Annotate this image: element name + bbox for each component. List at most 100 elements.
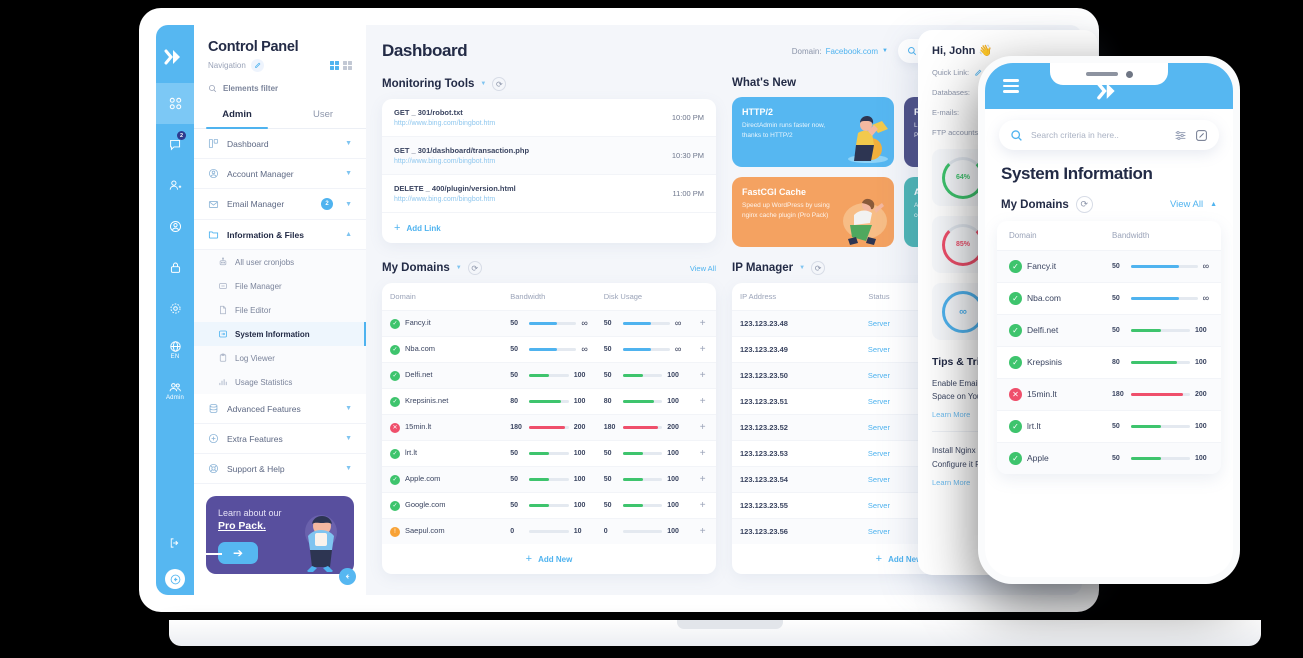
meter-track xyxy=(529,530,569,533)
rail-item-security[interactable] xyxy=(156,247,194,288)
ip-address-cell: 123.123.23.53 xyxy=(732,440,846,467)
add-new-domain-button[interactable]: + Add New xyxy=(382,544,716,574)
monitoring-url[interactable]: http://www.bing.com/bingbot.htm xyxy=(394,196,672,203)
user-circle-icon xyxy=(208,168,219,179)
rail-collapse-button[interactable] xyxy=(165,569,185,589)
meter-track xyxy=(622,374,663,377)
rail-item-user-add[interactable] xyxy=(156,165,194,206)
promo-arrow-button[interactable]: ➔ xyxy=(206,542,258,564)
nav-group-information-files[interactable]: Information & Files ▲ xyxy=(194,220,366,250)
chevron-down-icon: ▼ xyxy=(882,48,888,54)
add-link-button[interactable]: + Add Link xyxy=(382,213,716,243)
nav-group-advanced-features[interactable]: Advanced Features ▼ xyxy=(194,394,366,424)
meter-used: 50 xyxy=(510,346,519,353)
table-row[interactable]: ✕ 15min.lt 180 200 xyxy=(997,378,1221,411)
table-row[interactable]: ✓ Google.com 50 100 50 100 + xyxy=(382,492,716,519)
nav-group-email-manager[interactable]: Email Manager 2 ▼ xyxy=(194,189,366,220)
table-row[interactable]: ✕ 15min.lt 180 200 180 200 + xyxy=(382,414,716,441)
phone-search-input[interactable]: Search criteria in here.. xyxy=(999,120,1219,150)
row-add-button[interactable]: + xyxy=(689,518,716,544)
pencil-icon[interactable] xyxy=(250,59,264,72)
refresh-icon[interactable]: ⟳ xyxy=(492,77,507,91)
monitoring-row[interactable]: GET _ 301/robot.txt http://www.bing.com/… xyxy=(382,99,716,137)
table-row[interactable]: ✓ Krepsinis.net 80 100 80 100 + xyxy=(382,388,716,415)
nav-group-label: Information & Files xyxy=(227,229,304,240)
table-row[interactable]: ✓ Fancy.it 50 ∞ xyxy=(997,250,1221,283)
edit-box-icon[interactable] xyxy=(1195,129,1208,142)
rail-item-settings[interactable] xyxy=(156,288,194,329)
column-header: Domain xyxy=(1009,231,1037,240)
domain-selector[interactable]: Domain: Facebook.com ▼ xyxy=(792,47,888,56)
list-view-icon[interactable] xyxy=(330,61,339,70)
usage-meter: 50 100 xyxy=(1112,455,1209,462)
monitoring-url[interactable]: http://www.bing.com/bingbot.htm xyxy=(394,120,672,127)
table-row[interactable]: ✓ Nba.com 50 ∞ xyxy=(997,282,1221,315)
whats-new-card-fastcgi-cache[interactable]: FastCGI Cache Speed up WordPress by usin… xyxy=(732,177,894,247)
refresh-icon[interactable]: ⟳ xyxy=(467,261,482,275)
sidebar-item-log-viewer[interactable]: Log Viewer xyxy=(194,346,366,370)
row-add-button[interactable]: + xyxy=(689,466,716,493)
usage-meter: 50 100 xyxy=(604,450,682,457)
refresh-icon[interactable]: ⟳ xyxy=(811,261,826,275)
bandwidth-cell: 50 100 xyxy=(502,492,596,519)
row-add-button[interactable]: + xyxy=(689,440,716,467)
tab-admin[interactable]: Admin xyxy=(194,102,280,129)
filter-sliders-icon[interactable] xyxy=(1174,129,1187,142)
chevron-down-icon[interactable]: ▼ xyxy=(456,265,462,271)
nav-group-extra-features[interactable]: Extra Features ▼ xyxy=(194,424,366,454)
hamburger-menu-icon[interactable] xyxy=(1003,79,1019,93)
table-row[interactable]: ✓ Fancy.it 50 ∞ 50 ∞ + xyxy=(382,310,716,337)
monitoring-row[interactable]: DELETE _ 400/plugin/version.html http://… xyxy=(382,175,716,213)
table-row[interactable]: ✓ Apple.com 50 100 50 100 + xyxy=(382,466,716,493)
nav-group-support-help[interactable]: Support & Help ▼ xyxy=(194,454,366,484)
chevron-up-icon[interactable]: ▲ xyxy=(1210,201,1217,208)
chevron-down-icon[interactable]: ▼ xyxy=(480,81,486,87)
nav-group-dashboard[interactable]: Dashboard ▼ xyxy=(194,129,366,159)
row-add-button[interactable]: + xyxy=(689,336,716,363)
table-row[interactable]: ✓ Krepsinis 80 100 xyxy=(997,346,1221,379)
table-row[interactable]: ✓ lrt.lt 50 100 xyxy=(997,410,1221,443)
ip-address-cell: 123.123.23.55 xyxy=(732,492,846,519)
rail-item-logout[interactable] xyxy=(156,522,194,563)
view-all-link[interactable]: View All xyxy=(690,264,716,273)
rail-item-messages[interactable]: 2 xyxy=(156,124,194,165)
sidebar-item-all-user-cronjobs[interactable]: All user cronjobs xyxy=(194,250,366,274)
rail-item-apps[interactable] xyxy=(156,83,194,124)
whats-new-card-http2[interactable]: HTTP/2 DirectAdmin runs faster now, than… xyxy=(732,97,894,167)
sidebar-item-usage-statistics[interactable]: Usage Statistics xyxy=(194,370,366,394)
sidebar-item-file-manager[interactable]: File Manager xyxy=(194,274,366,298)
table-row[interactable]: ! Saepul.com 0 10 0 100 + xyxy=(382,518,716,544)
table-row[interactable]: ✓ lrt.lt 50 100 50 100 + xyxy=(382,440,716,467)
table-row[interactable]: ✓ Delfi.net 50 100 50 100 + xyxy=(382,362,716,389)
my-domains-header: My Domains ▼ ⟳ View All xyxy=(382,261,716,275)
phone-view-all-link[interactable]: View All xyxy=(1170,199,1203,210)
sidebar-item-file-editor[interactable]: File Editor xyxy=(194,298,366,322)
nav-group-account-manager[interactable]: Account Manager ▼ xyxy=(194,159,366,189)
row-add-button[interactable]: + xyxy=(689,388,716,415)
rail-item-profile[interactable] xyxy=(156,206,194,247)
chevron-down-icon[interactable]: ▼ xyxy=(799,265,805,271)
pro-pack-promo[interactable]: Learn about our Pro Pack. ➔ xyxy=(206,496,354,574)
tab-user[interactable]: User xyxy=(280,102,366,128)
row-add-button[interactable]: + xyxy=(689,362,716,389)
refresh-icon[interactable]: ⟳ xyxy=(1075,196,1093,213)
bandwidth-cell: 50 100 xyxy=(1100,314,1221,347)
my-domains-card: Domain Bandwidth Disk Usage ✓ Fancy.it 50 ∞… xyxy=(382,283,716,574)
rail-item-admin[interactable]: Admin xyxy=(156,370,194,411)
sidebar-item-system-information[interactable]: System Information xyxy=(194,322,366,346)
domain-cell: ✓ Apple xyxy=(997,442,1101,474)
domain-name: 15min.lt xyxy=(1027,388,1057,399)
ip-address-cell: 123.123.23.54 xyxy=(732,466,846,493)
rail-item-language[interactable]: EN xyxy=(156,329,194,370)
monitoring-url[interactable]: http://www.bing.com/bingbot.htm xyxy=(394,158,672,165)
row-add-button[interactable]: + xyxy=(689,414,716,441)
row-add-button[interactable]: + xyxy=(689,310,716,337)
sidebar-collapse-button[interactable] xyxy=(339,568,356,585)
table-row[interactable]: ✓ Nba.com 50 ∞ 50 ∞ + xyxy=(382,336,716,363)
table-row[interactable]: ✓ Apple 50 100 xyxy=(997,442,1221,474)
table-row[interactable]: ✓ Delfi.net 50 100 xyxy=(997,314,1221,347)
elements-filter-input[interactable]: Elements filter xyxy=(208,84,352,102)
row-add-button[interactable]: + xyxy=(689,492,716,519)
monitoring-row[interactable]: GET _ 301/dashboard/transaction.php http… xyxy=(382,137,716,175)
grid-view-icon[interactable] xyxy=(343,61,352,70)
